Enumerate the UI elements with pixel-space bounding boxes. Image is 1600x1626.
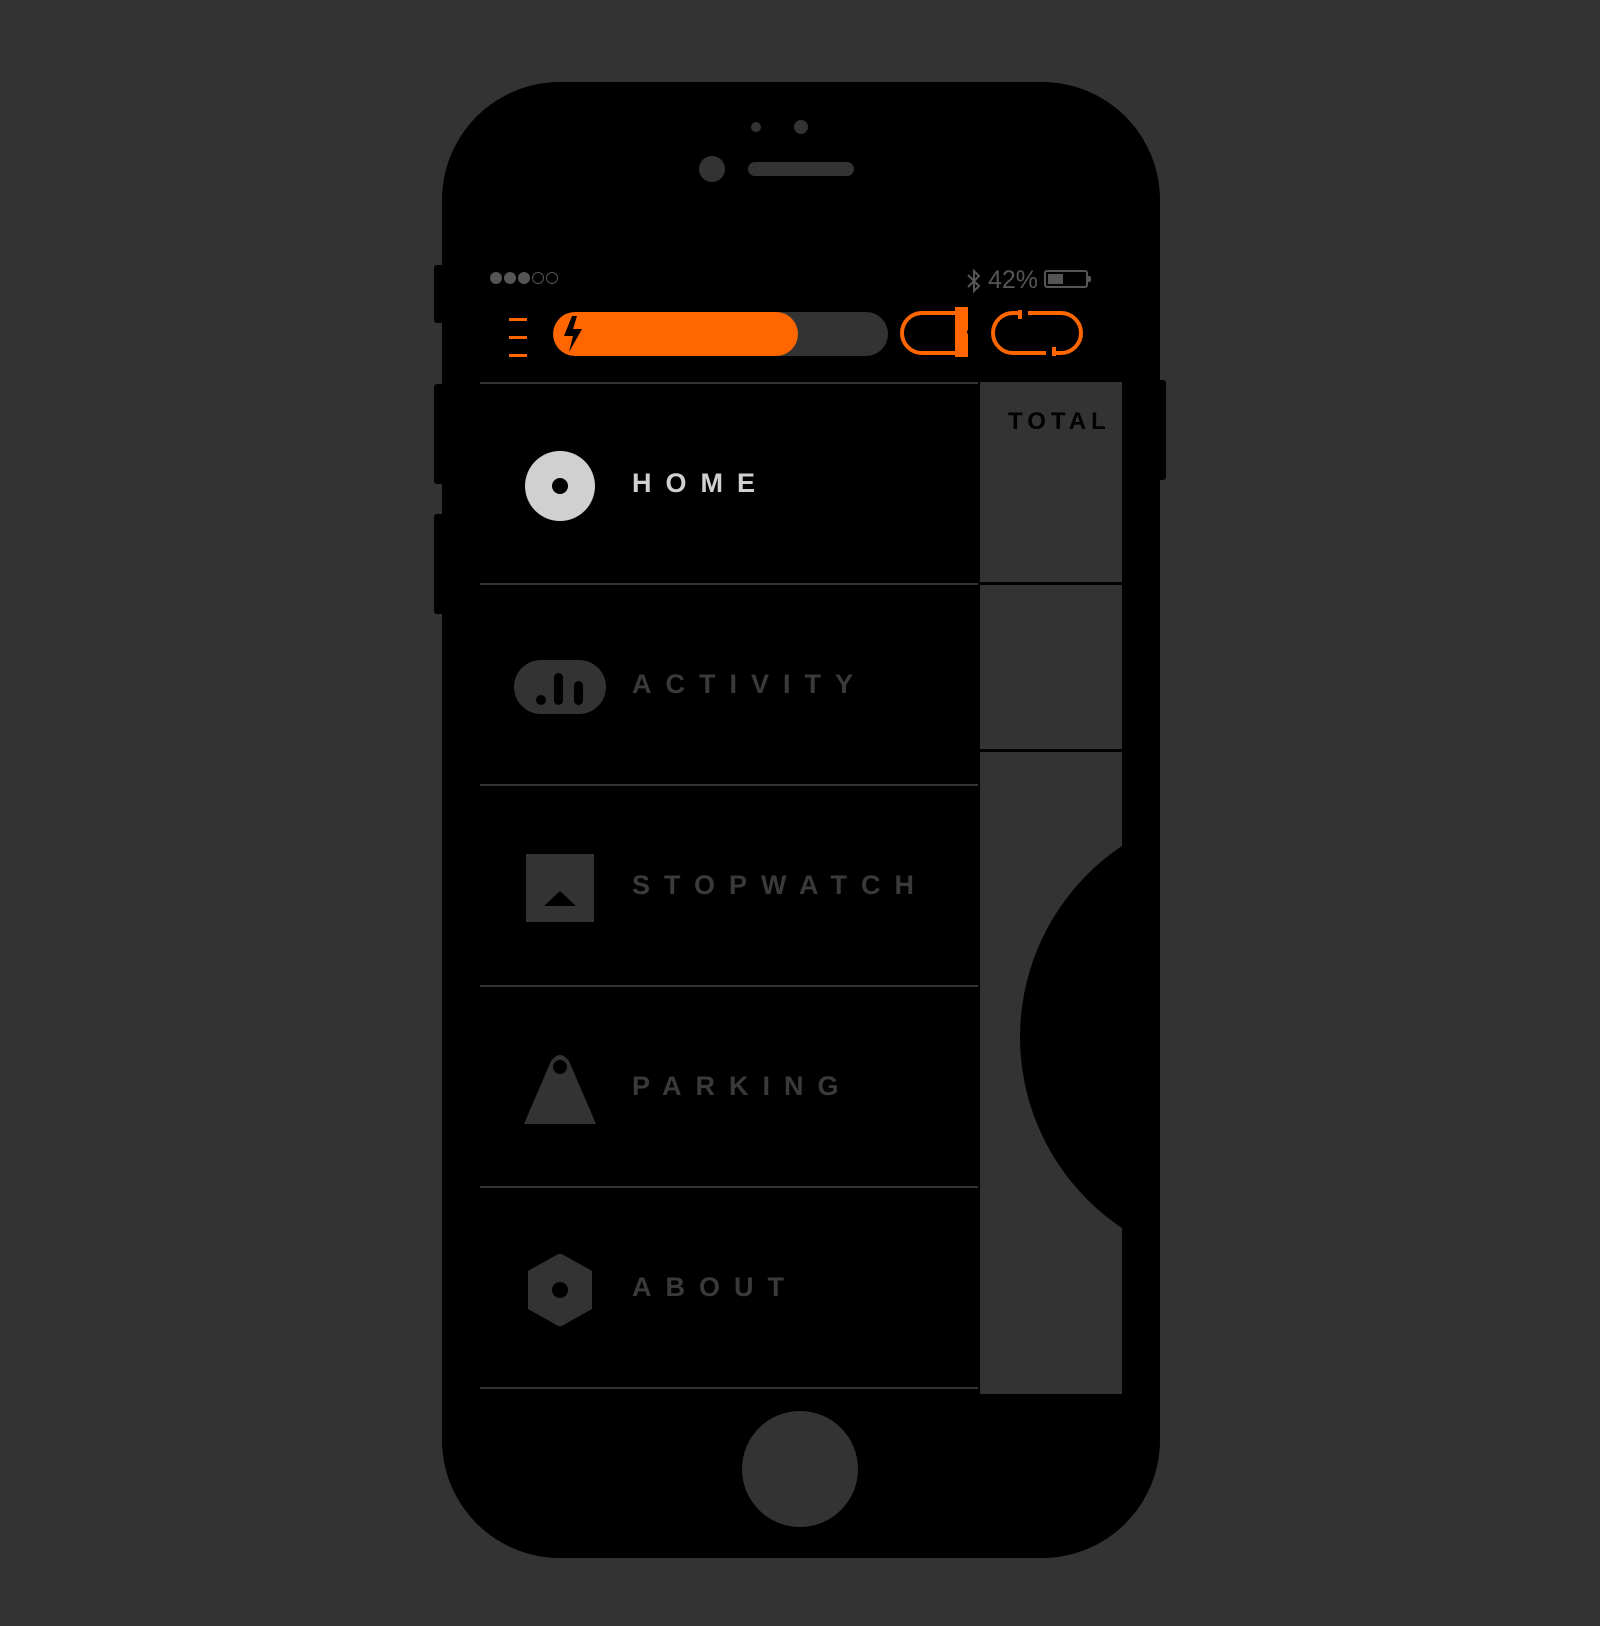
earpiece-speaker: [748, 162, 854, 176]
sensor-dot: [794, 120, 808, 134]
menu-item-label: ACTIVITY: [632, 669, 868, 699]
battery-icon: [1044, 270, 1091, 288]
menu-item-label: STOPWATCH: [632, 870, 929, 900]
activity-bars-icon: [514, 660, 606, 714]
battery-percent: 42%: [988, 266, 1039, 294]
menu-icon[interactable]: [504, 316, 534, 362]
volume-up-button: [434, 384, 444, 484]
status-bar: 42%: [480, 254, 1122, 302]
menu-item-home[interactable]: HOME: [480, 382, 978, 583]
panel-divider: [978, 582, 1122, 585]
phone-frame: 42% HOME ACTIVITY STOPWATCH PARKING ABOU…: [434, 82, 1166, 1558]
mute-switch: [434, 265, 444, 323]
home-button[interactable]: [742, 1411, 858, 1527]
menu-item-label: PARKING: [632, 1071, 853, 1101]
charge-progress-bar[interactable]: [553, 312, 888, 356]
power-button: [1156, 380, 1166, 480]
dial-circle: [1020, 807, 1122, 1267]
panel-divider: [978, 749, 1122, 752]
menu-item-parking[interactable]: PARKING: [480, 985, 978, 1186]
panel-edge: [978, 382, 980, 1394]
device-lock-icon[interactable]: [896, 302, 980, 366]
menu-item-stopwatch[interactable]: STOPWATCH: [480, 784, 978, 985]
menu-item-about[interactable]: ABOUT: [480, 1186, 978, 1389]
toolbar: [480, 302, 1122, 382]
main-content-peek[interactable]: TOTAL: [978, 382, 1122, 1394]
screen: 42% HOME ACTIVITY STOPWATCH PARKING ABOU…: [480, 254, 1122, 1476]
volume-down-button: [434, 514, 444, 614]
menu-item-label: ABOUT: [632, 1272, 798, 1302]
loop-toggle-icon[interactable]: [990, 302, 1086, 366]
menu-item-activity[interactable]: ACTIVITY: [480, 583, 978, 784]
parking-pin-icon: [524, 1055, 596, 1124]
bluetooth-icon: [967, 268, 981, 294]
home-dot-circle-icon: [525, 451, 595, 521]
signal-strength-icon: [490, 272, 558, 284]
total-label: TOTAL: [1008, 408, 1111, 435]
lightning-icon: [564, 316, 582, 352]
charge-progress-fill: [553, 312, 798, 356]
front-camera: [699, 156, 725, 182]
menu-item-label: HOME: [632, 468, 769, 498]
sensor-dot: [751, 122, 761, 132]
stopwatch-triangle-icon: [526, 854, 594, 922]
about-hexagon-icon: [528, 1254, 592, 1326]
nav-menu: HOME ACTIVITY STOPWATCH PARKING ABOUT: [480, 382, 978, 1389]
